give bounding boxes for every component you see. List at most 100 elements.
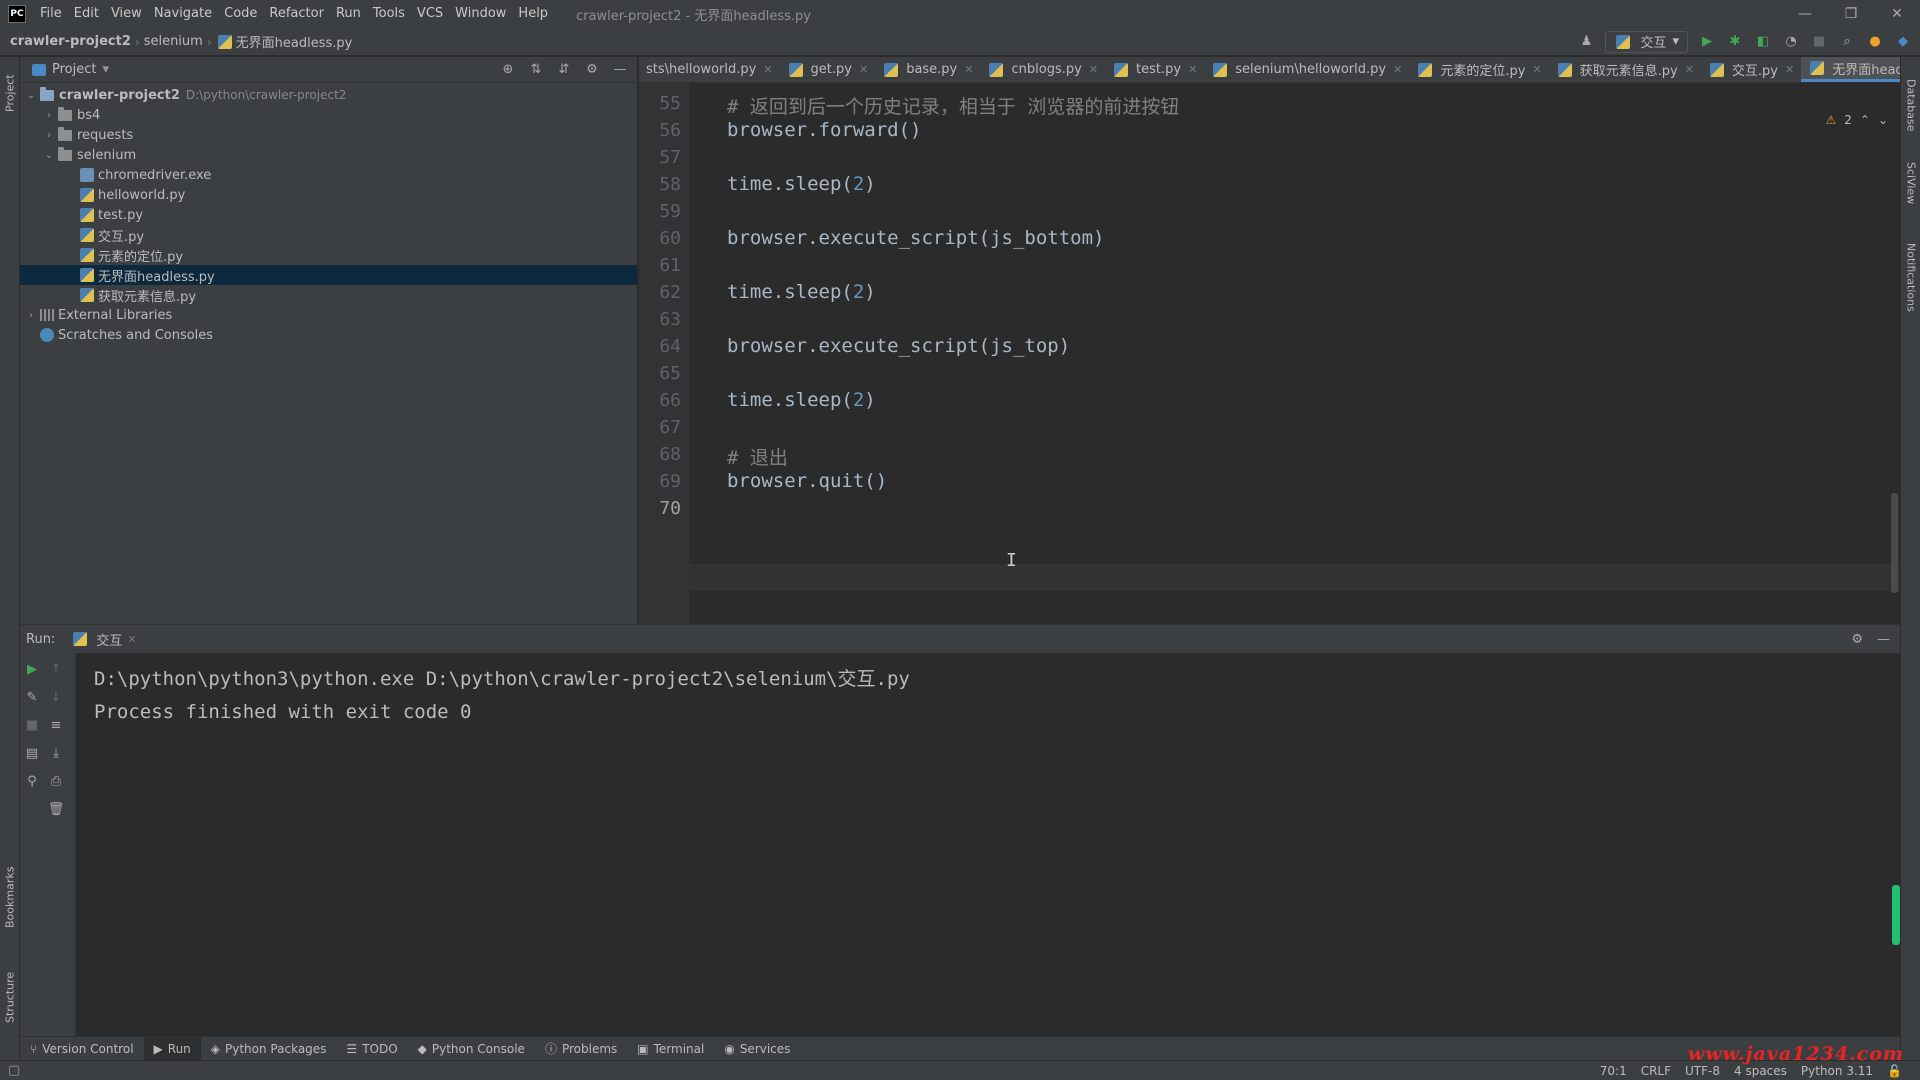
tree-item-scratches[interactable]: Scratches and Consoles <box>20 325 637 345</box>
menu-help[interactable]: Help <box>512 0 554 28</box>
locate-file-icon[interactable]: ⊕ <box>499 61 517 79</box>
close-icon[interactable]: ✕ <box>1393 63 1402 76</box>
menu-refactor[interactable]: Refactor <box>263 0 330 28</box>
chevron-right-icon[interactable]: › <box>24 310 38 321</box>
hide-panel-icon[interactable]: — <box>1877 632 1890 647</box>
tree-item-file[interactable]: 元素的定位.py <box>20 245 637 265</box>
soft-wrap-icon[interactable]: ≡ <box>44 713 68 737</box>
tool-tab-sciview[interactable]: SciView <box>1901 153 1920 213</box>
plugin-icon[interactable]: ◆ <box>1894 33 1912 51</box>
tool-tab-python-packages[interactable]: ◈ Python Packages <box>201 1037 337 1061</box>
pin-icon[interactable]: ⚲ <box>20 769 44 793</box>
hide-panel-icon[interactable]: — <box>611 61 629 79</box>
chevron-down-icon[interactable]: ⌄ <box>24 90 38 101</box>
gear-icon[interactable]: ⚙ <box>1851 632 1863 647</box>
status-caret-position[interactable]: 70:1 <box>1600 1064 1627 1078</box>
inspection-widget[interactable]: ⚠ 2 ⌃ ⌄ <box>1825 113 1888 127</box>
collapse-all-icon[interactable]: ⇵ <box>555 61 573 79</box>
close-window-button[interactable]: ✕ <box>1874 0 1920 28</box>
editor-tab[interactable]: test.py ✕ <box>1105 57 1204 82</box>
editor-tab[interactable]: base.py ✕ <box>875 57 980 82</box>
expand-all-icon[interactable]: ⇅ <box>527 61 545 79</box>
close-icon[interactable]: ✕ <box>1532 63 1541 76</box>
run-icon[interactable]: ▶ <box>1698 33 1716 51</box>
stop-icon[interactable]: ■ <box>1810 33 1828 51</box>
menu-navigate[interactable]: Navigate <box>148 0 218 28</box>
tree-item-requests[interactable]: › requests <box>20 125 637 145</box>
editor-tab[interactable]: get.py ✕ <box>780 57 876 82</box>
tree-item-file[interactable]: 交互.py <box>20 225 637 245</box>
tree-item-file[interactable]: helloworld.py <box>20 185 637 205</box>
status-line-separator[interactable]: CRLF <box>1641 1064 1671 1078</box>
tool-tab-project[interactable]: Project <box>0 63 20 123</box>
breadcrumb-folder[interactable]: selenium <box>140 34 207 49</box>
tool-tab-structure[interactable]: Structure <box>0 957 20 1037</box>
scroll-to-end-icon[interactable]: ⤓ <box>44 741 68 765</box>
toggle-tool-windows-icon[interactable]: ▢ <box>8 1063 20 1078</box>
run-tab[interactable]: 交互 ✕ <box>65 630 142 649</box>
tree-item-bs4[interactable]: › bs4 <box>20 105 637 125</box>
close-icon[interactable]: ✕ <box>1188 63 1197 76</box>
project-panel-title[interactable]: Project <box>52 62 96 77</box>
tool-tab-bookmarks[interactable]: Bookmarks <box>0 857 20 937</box>
gear-icon[interactable]: ⚙ <box>583 61 601 79</box>
close-icon[interactable]: ✕ <box>127 633 136 646</box>
menu-tools[interactable]: Tools <box>367 0 411 28</box>
menu-vcs[interactable]: VCS <box>411 0 449 28</box>
minimize-window-button[interactable]: — <box>1782 0 1828 28</box>
tree-item-file[interactable]: 获取元素信息.py <box>20 285 637 305</box>
editor-tab[interactable]: 获取元素信息.py ✕ <box>1549 57 1701 82</box>
tool-tab-notifications[interactable]: Notifications <box>1901 227 1920 327</box>
tree-item-file[interactable]: chromedriver.exe <box>20 165 637 185</box>
editor-tab[interactable]: selenium\helloworld.py ✕ <box>1204 57 1409 82</box>
layout-icon[interactable]: ▤ <box>20 741 44 765</box>
code-editor[interactable]: ⚠ 2 ⌃ ⌄ 55 # 返回到后一个历史记录，相当于 浏览器的前进按钮 56 b… <box>659 83 1900 624</box>
rerun-icon[interactable]: ▶ <box>20 657 44 681</box>
editor-tab-active[interactable]: 无界面headless.py✕ <box>1801 57 1900 82</box>
close-icon[interactable]: ✕ <box>859 63 868 76</box>
status-indent[interactable]: 4 spaces <box>1734 1064 1787 1078</box>
stop-icon[interactable]: ■ <box>20 713 44 737</box>
trash-icon[interactable]: 🗑 <box>44 797 68 821</box>
close-icon[interactable]: ✕ <box>763 63 772 76</box>
profile-icon[interactable]: ◔ <box>1782 33 1800 51</box>
account-icon[interactable]: ♟ <box>1577 33 1595 51</box>
breadcrumb-project[interactable]: crawler-project2 <box>6 34 135 49</box>
restore-window-button[interactable]: ❐ <box>1828 0 1874 28</box>
tool-tab-version-control[interactable]: ⑂ Version Control <box>20 1037 144 1061</box>
menu-view[interactable]: View <box>105 0 148 28</box>
debug-icon[interactable]: ✱ <box>1726 33 1744 51</box>
update-icon[interactable]: ● <box>1866 33 1884 51</box>
print-icon[interactable]: ⎙ <box>44 769 68 793</box>
tree-item-root[interactable]: ⌄ crawler-project2 D:\python\crawler-pro… <box>20 85 637 105</box>
editor-tab[interactable]: sts\helloworld.py ✕ <box>639 57 780 82</box>
tree-item-external-libraries[interactable]: › External Libraries <box>20 305 637 325</box>
tree-item-file[interactable]: test.py <box>20 205 637 225</box>
run-configuration-select[interactable]: 交互 ▾ <box>1605 30 1688 53</box>
chevron-up-icon[interactable]: ⌃ <box>1860 113 1870 127</box>
chevron-down-icon[interactable]: ⌄ <box>1878 113 1888 127</box>
tool-tab-run[interactable]: ▶ Run <box>143 1036 201 1061</box>
status-interpreter[interactable]: Python 3.11 <box>1801 1064 1873 1078</box>
chevron-right-icon[interactable]: › <box>42 130 56 141</box>
close-icon[interactable]: ✕ <box>964 63 973 76</box>
console-scrollbar[interactable] <box>1892 885 1900 945</box>
tool-tab-problems[interactable]: ⓘ Problems <box>535 1037 627 1061</box>
chevron-down-icon[interactable]: ⌄ <box>42 150 56 161</box>
tree-item-selenium[interactable]: ⌄ selenium <box>20 145 637 165</box>
tool-tab-todo[interactable]: ☰ TODO <box>336 1037 407 1061</box>
chevron-down-icon[interactable]: ▾ <box>102 62 109 77</box>
tree-item-file-selected[interactable]: 无界面headless.py <box>20 265 637 285</box>
chevron-right-icon[interactable]: › <box>42 110 56 121</box>
menu-edit[interactable]: Edit <box>68 0 105 28</box>
editor-tab[interactable]: cnblogs.py ✕ <box>980 57 1105 82</box>
menu-code[interactable]: Code <box>218 0 263 28</box>
close-icon[interactable]: ✕ <box>1785 63 1794 76</box>
console-output[interactable]: D:\python\python3\python.exe D:\python\c… <box>76 653 1900 1037</box>
editor-tab[interactable]: 元素的定位.py ✕ <box>1409 57 1548 82</box>
editor-scrollbar[interactable] <box>1891 493 1898 593</box>
breadcrumb-file[interactable]: 无界面headless.py <box>212 32 357 51</box>
tool-tab-services[interactable]: ◉ Services <box>714 1037 800 1061</box>
menu-window[interactable]: Window <box>449 0 512 28</box>
close-icon[interactable]: ✕ <box>1685 63 1694 76</box>
